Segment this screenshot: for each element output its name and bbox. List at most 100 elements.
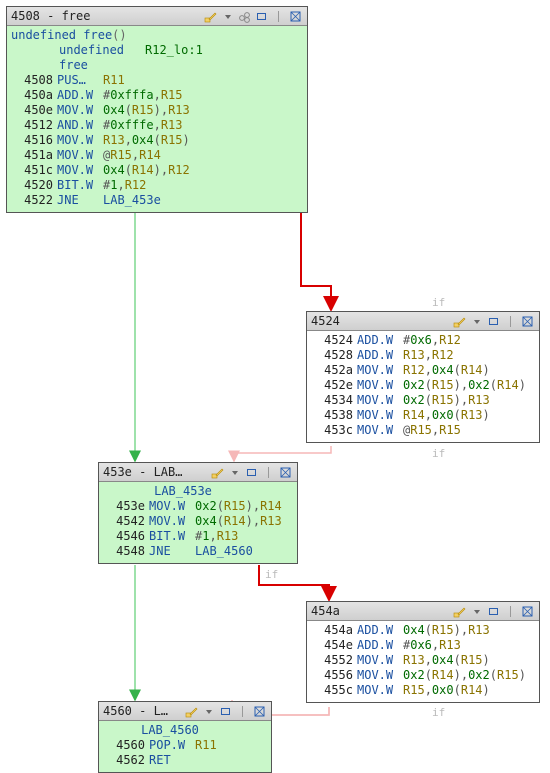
instruction-row[interactable]: 451cMOV.W0x4(R14),R12 (11, 163, 303, 178)
fullscreen-icon[interactable] (520, 314, 535, 329)
edit-icon[interactable] (184, 704, 199, 719)
block-label: LAB_453e (103, 484, 293, 499)
instruction-operands: #0x6,R13 (403, 638, 461, 652)
instruction-row[interactable]: 450aADD.W#0xfffa,R15 (11, 88, 303, 103)
operand-token: ( (425, 393, 432, 407)
instruction-operands: 0x4(R14),R12 (103, 163, 190, 177)
instruction-row[interactable]: 451aMOV.W@R15,R14 (11, 148, 303, 163)
instruction-address: 455c (311, 683, 353, 698)
dropdown-icon[interactable] (469, 314, 484, 329)
operand-token: R14 (461, 363, 483, 377)
operand-token: 0x4 (103, 103, 125, 117)
operand-token: R11 (103, 73, 125, 87)
block-title: 4524 (311, 314, 452, 328)
edit-icon[interactable] (210, 465, 225, 480)
group-icon[interactable] (237, 9, 252, 24)
operand-token: 0x2 (403, 393, 425, 407)
fullscreen-icon[interactable] (520, 604, 535, 619)
instruction-row[interactable]: 4522JNELAB_453e (11, 193, 303, 208)
operand-token: ) (246, 499, 253, 513)
instruction-mnemonic: MOV.W (145, 499, 195, 514)
instruction-row[interactable]: 4560POP.WR11 (103, 738, 267, 753)
instruction-row[interactable]: 4528ADD.WR13,R12 (311, 348, 535, 363)
instruction-row[interactable]: 453eMOV.W0x2(R15),R14 (103, 499, 293, 514)
block-title: 4560 - L… (103, 704, 184, 718)
block-453e[interactable]: 453e - LAB… LAB_453e453eMOV.W0x2(R15),R14… (98, 462, 298, 564)
instruction-row[interactable]: 4508PUS…R11 (11, 73, 303, 88)
operand-token: R14 (132, 163, 154, 177)
dropdown-icon[interactable] (227, 465, 242, 480)
block-4508-free[interactable]: 4508 - freeundefined free()undefinedR12_… (6, 6, 308, 213)
block-titlebar[interactable]: 4560 - L… (99, 702, 271, 721)
dropdown-icon[interactable] (220, 9, 235, 24)
operand-token: R15 (432, 378, 454, 392)
fullscreen-icon[interactable] (278, 465, 293, 480)
operand-token: 0x4 (403, 623, 425, 637)
restore-icon[interactable] (486, 604, 501, 619)
instruction-operands: 0x4(R15),R13 (403, 623, 490, 637)
operand-token: R12 (403, 363, 425, 377)
operand-token: 0x4 (103, 163, 125, 177)
instruction-row[interactable]: 4534MOV.W0x2(R15),R13 (311, 393, 535, 408)
instruction-row[interactable]: 4562RET (103, 753, 267, 768)
instruction-row[interactable]: 453cMOV.W@R15,R15 (311, 423, 535, 438)
operand-token: 0xfffe (110, 118, 153, 132)
operand-token: ) (454, 378, 461, 392)
instruction-row[interactable]: 4546BIT.W#1,R13 (103, 529, 293, 544)
instruction-row[interactable]: 4512AND.W#0xfffe,R13 (11, 118, 303, 133)
operand-token: LAB_453e (103, 193, 161, 207)
instruction-row[interactable]: 454eADD.W#0x6,R13 (311, 638, 535, 653)
edit-icon[interactable] (452, 314, 467, 329)
edge-label-if-1: if (432, 296, 445, 309)
titlebar-icons (452, 604, 535, 619)
titlebar-icons (203, 9, 303, 24)
separator (235, 704, 250, 719)
block-4560[interactable]: 4560 - L…LAB_45604560POP.WR114562RET (98, 701, 272, 773)
instruction-mnemonic: MOV.W (353, 363, 403, 378)
dropdown-icon[interactable] (201, 704, 216, 719)
edit-icon[interactable] (203, 9, 218, 24)
instruction-row[interactable]: 454aADD.W0x4(R15),R13 (311, 623, 535, 638)
fullscreen-icon[interactable] (288, 9, 303, 24)
instruction-row[interactable]: 4552MOV.WR13,0x4(R15) (311, 653, 535, 668)
instruction-operands: @R15,R15 (403, 423, 461, 437)
instruction-row[interactable]: 452aMOV.WR12,0x4(R14) (311, 363, 535, 378)
instruction-row[interactable]: 4548JNELAB_4560 (103, 544, 293, 559)
block-titlebar[interactable]: 4508 - free (7, 7, 307, 26)
operand-token: , (425, 363, 432, 377)
instruction-row[interactable]: 4556MOV.W0x2(R14),0x2(R15) (311, 668, 535, 683)
instruction-row[interactable]: 4520BIT.W#1,R12 (11, 178, 303, 193)
dropdown-icon[interactable] (469, 604, 484, 619)
operand-token: ) (519, 378, 526, 392)
block-titlebar[interactable]: 454a (307, 602, 539, 621)
restore-icon[interactable] (254, 9, 269, 24)
block-4524[interactable]: 45244524ADD.W#0x6,R124528ADD.WR13,R12452… (306, 311, 540, 443)
operand-token: ) (483, 408, 490, 422)
operand-token: 0xfffa (110, 88, 153, 102)
block-titlebar[interactable]: 4524 (307, 312, 539, 331)
fullscreen-icon[interactable] (252, 704, 267, 719)
instruction-mnemonic: MOV.W (353, 683, 403, 698)
block-titlebar[interactable]: 453e - LAB… (99, 463, 297, 482)
instruction-row[interactable]: 4524ADD.W#0x6,R12 (311, 333, 535, 348)
edge-label-if-2: if (432, 447, 445, 460)
operand-token: , (425, 683, 432, 697)
operand-token: , (425, 408, 432, 422)
operand-token: , (209, 529, 216, 543)
restore-icon[interactable] (218, 704, 233, 719)
instruction-row[interactable]: 4516MOV.WR13,0x4(R15) (11, 133, 303, 148)
block-454a[interactable]: 454a 454aADD.W0x4(R15),R13454eADD.W#0x6,R… (306, 601, 540, 703)
instruction-row[interactable]: 4542MOV.W0x4(R14),R13 (103, 514, 293, 529)
instruction-operands: R13,0x4(R15) (403, 653, 490, 667)
instruction-row[interactable]: 452eMOV.W0x2(R15),0x2(R14) (311, 378, 535, 393)
restore-icon[interactable] (244, 465, 259, 480)
edit-icon[interactable] (452, 604, 467, 619)
instruction-row[interactable]: 450eMOV.W0x4(R15),R13 (11, 103, 303, 118)
instruction-operands: R11 (195, 738, 217, 752)
operand-token: R13 (439, 638, 461, 652)
operand-token: ) (183, 133, 190, 147)
restore-icon[interactable] (486, 314, 501, 329)
function-signature: undefined free() (11, 28, 303, 43)
instruction-row[interactable]: 4538MOV.WR14,0x0(R13) (311, 408, 535, 423)
instruction-row[interactable]: 455cMOV.WR15,0x0(R14) (311, 683, 535, 698)
